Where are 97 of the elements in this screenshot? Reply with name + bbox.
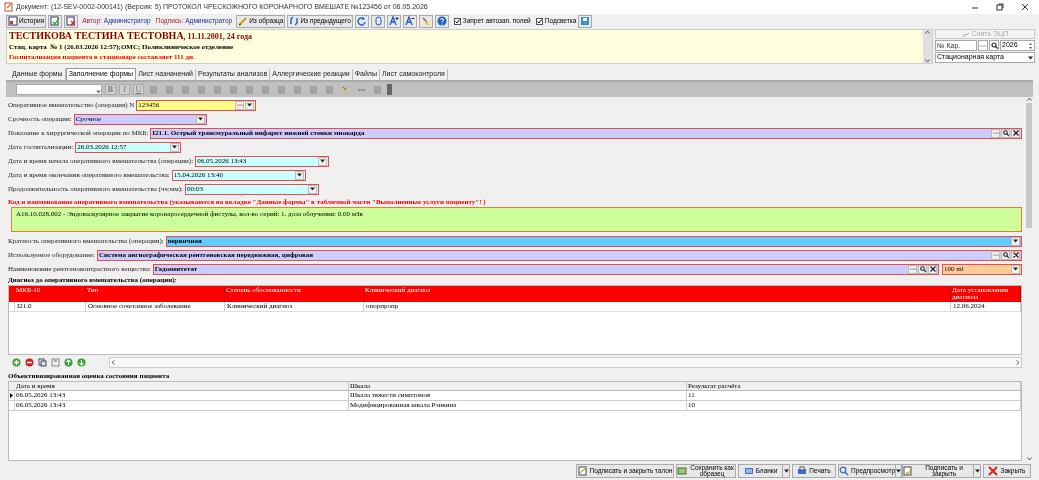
- search-icon: [1002, 252, 1009, 258]
- dropdown-arrow-icon: [896, 468, 902, 473]
- dropdown-arrow-icon: [783, 468, 789, 473]
- unsigned-document-icon: [66, 16, 77, 26]
- sign-button[interactable]: [48, 14, 63, 28]
- add-button[interactable]: [11, 357, 22, 368]
- search-icon: [1002, 130, 1009, 136]
- close-icon: [988, 465, 999, 476]
- signed-document-icon: [50, 16, 61, 26]
- dropdown-button[interactable]: [170, 142, 180, 152]
- dropdown-button[interactable]: [896, 463, 903, 478]
- help-icon: [436, 16, 447, 26]
- font-field[interactable]: [16, 84, 102, 95]
- up-arrow-icon: [64, 358, 73, 367]
- font-increase-button[interactable]: [386, 14, 401, 28]
- dropdown-button[interactable]: [1011, 264, 1020, 274]
- search-button[interactable]: [989, 40, 999, 51]
- checkbox[interactable]: [535, 17, 543, 25]
- check-icon: [454, 18, 460, 24]
- browse-button[interactable]: [908, 264, 917, 274]
- dropdown-arrow-icon: [320, 159, 326, 163]
- font-decrease-button[interactable]: [402, 14, 417, 28]
- template-icon: [677, 465, 687, 476]
- printer-icon: [797, 465, 808, 476]
- clear-button[interactable]: [1011, 250, 1020, 260]
- dropdown-button[interactable]: [783, 463, 790, 478]
- broom-icon: [420, 16, 431, 26]
- scroll-grip-icon[interactable]: [387, 84, 392, 95]
- signature-icon: [961, 30, 970, 38]
- check-icon: [536, 18, 542, 24]
- up-arrow-button[interactable]: [63, 357, 74, 368]
- add-icon: [12, 358, 21, 367]
- clear-icon: [1012, 130, 1019, 136]
- dropdown-arrow-icon: [1028, 55, 1033, 60]
- clear-button[interactable]: [1011, 128, 1020, 138]
- spin-arrows-icon: [1028, 41, 1033, 50]
- dropdown-arrow-icon: [96, 90, 101, 94]
- search-icon: [919, 266, 926, 272]
- dropdown-arrow-icon: [296, 173, 302, 177]
- save-button[interactable]: [578, 14, 593, 28]
- copy-icon: [38, 358, 47, 367]
- broom-icon[interactable]: [341, 85, 350, 94]
- clear-icon: [929, 266, 936, 272]
- dropdown-button[interactable]: [1011, 236, 1020, 246]
- dropdown-button[interactable]: [195, 114, 205, 124]
- signed-document-icon: [577, 465, 588, 476]
- checkbox[interactable]: [453, 17, 461, 25]
- remove-icon: [25, 358, 34, 367]
- signed-document-icon: [903, 465, 913, 476]
- clear-icon: [1012, 252, 1019, 258]
- down-arrow-icon: [77, 358, 86, 367]
- dropdown-arrow-icon: [1013, 239, 1018, 243]
- dropdown-arrow-icon: [309, 187, 315, 191]
- browse-button[interactable]: [991, 250, 1000, 260]
- browse-button[interactable]: [235, 100, 245, 110]
- calendar-icon: [8, 16, 18, 26]
- arrows-icon: [289, 16, 300, 26]
- scrollbar-thumb[interactable]: [1026, 103, 1032, 228]
- down-arrow-button[interactable]: [76, 357, 87, 368]
- pencil-icon: [238, 16, 249, 26]
- dropdown-button[interactable]: [318, 156, 328, 166]
- refresh-icon: [356, 16, 367, 26]
- search-button[interactable]: [918, 264, 927, 274]
- mouse-button[interactable]: [370, 14, 385, 28]
- scrollbar[interactable]: [1025, 97, 1033, 463]
- refresh-button[interactable]: [354, 14, 369, 28]
- unsign-button[interactable]: [64, 14, 79, 28]
- font-decrease-icon: [404, 16, 415, 26]
- scrollbar[interactable]: [109, 357, 1022, 368]
- search-button[interactable]: [1001, 128, 1010, 138]
- floppy-disk-button[interactable]: [50, 357, 61, 368]
- patient-details: , 11.11.2001, 24 года: [183, 32, 252, 42]
- clear-button[interactable]: [928, 264, 937, 274]
- browse-button[interactable]: [991, 128, 1000, 138]
- search-icon: [990, 42, 998, 49]
- help-button[interactable]: [434, 14, 449, 28]
- forms-icon: [743, 465, 754, 476]
- dropdown-button[interactable]: [294, 170, 304, 180]
- maximize-icon[interactable]: [996, 3, 1004, 11]
- row-selector[interactable]: [9, 391, 15, 400]
- dropdown-arrow-icon: [247, 103, 253, 107]
- row-pointer-icon: [10, 393, 13, 398]
- dropdown-button[interactable]: [245, 100, 255, 110]
- dropdown-arrow-icon: [974, 468, 980, 473]
- dropdown-button[interactable]: [307, 184, 317, 194]
- scrollbar[interactable]: [923, 30, 932, 63]
- font-increase-icon: [388, 16, 399, 26]
- dropdown-arrow-icon: [172, 145, 178, 149]
- copy-button[interactable]: [37, 357, 48, 368]
- dropdown-arrow-icon: [1013, 267, 1018, 271]
- close-icon[interactable]: [1021, 3, 1029, 11]
- search-icon: [839, 465, 849, 476]
- dropdown-arrow-icon: [197, 117, 203, 121]
- mouse-icon: [372, 16, 383, 26]
- remove-button[interactable]: [24, 357, 35, 368]
- dropdown-button[interactable]: [974, 463, 981, 478]
- search-button[interactable]: [1001, 250, 1010, 260]
